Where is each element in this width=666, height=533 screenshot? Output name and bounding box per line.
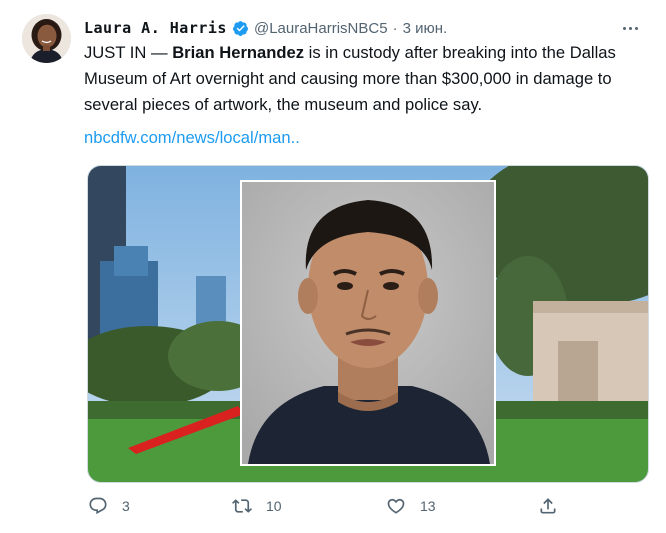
more-dot-icon [628, 26, 632, 30]
tweet-prefix: JUST IN — [84, 43, 173, 62]
reply-count: 3 [122, 498, 130, 514]
tweet-header: Laura A. Harris @LauraHarrisNBC5 · 3 июн… [84, 16, 646, 40]
avatar[interactable] [22, 14, 71, 63]
suspect-name: Brian Hernandez [172, 43, 305, 62]
retweet-icon [232, 499, 252, 513]
separator-dot: · [392, 19, 398, 37]
retweet-button[interactable]: 10 [232, 492, 282, 520]
retweet-count: 10 [266, 498, 282, 514]
more-dot-icon [622, 26, 626, 30]
tweet-date[interactable]: 3 июн. [403, 20, 448, 37]
like-icon [387, 498, 405, 514]
like-count: 13 [420, 498, 436, 514]
share-button[interactable] [538, 492, 558, 520]
author-handle[interactable]: @LauraHarrisNBC5 [254, 20, 388, 37]
more-dot-icon [634, 26, 638, 30]
tweet-text: JUST IN — Brian Hernandez is in custody … [84, 40, 644, 118]
reply-button[interactable]: 3 [88, 492, 130, 520]
verified-badge-icon [233, 20, 248, 36]
article-link[interactable]: nbcdfw.com/news/local/man.. [84, 128, 300, 148]
like-button[interactable]: 13 [386, 492, 436, 520]
more-options-button[interactable] [616, 16, 644, 40]
tweet-media-image[interactable] [87, 165, 649, 483]
author-name[interactable]: Laura A. Harris [84, 19, 227, 37]
mugshot-photo [88, 166, 648, 482]
share-icon [540, 498, 556, 514]
tweet-actions: 3 10 13 [88, 492, 558, 520]
reply-icon [89, 497, 107, 515]
